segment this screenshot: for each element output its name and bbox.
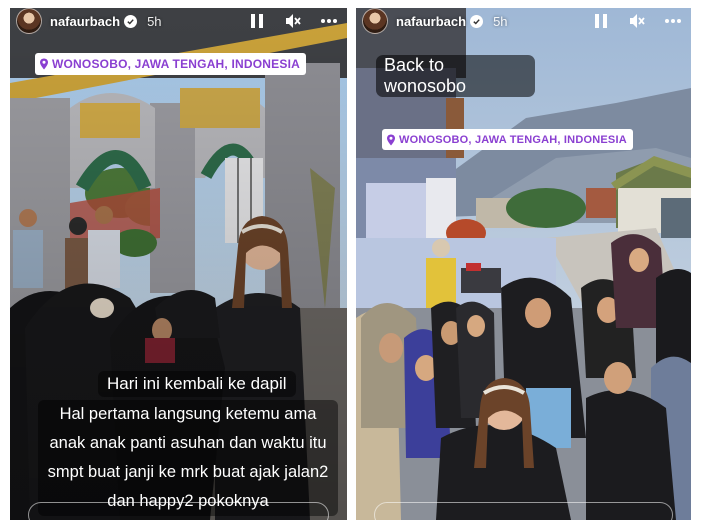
post-time: 5h <box>147 13 162 29</box>
more-options-icon[interactable] <box>319 11 339 31</box>
location-label: WONOSOBO, JAWA TENGAH, INDONESIA <box>52 57 300 71</box>
reply-input[interactable] <box>28 502 329 520</box>
pause-icon[interactable] <box>247 11 267 31</box>
speaker-muted-icon[interactable] <box>283 11 303 31</box>
caption-title: Back to wonosobo <box>376 55 535 97</box>
verified-badge-icon <box>470 14 484 28</box>
location-pin-icon <box>387 134 395 145</box>
location-sticker[interactable]: WONOSOBO, JAWA TENGAH, INDONESIA <box>35 53 306 75</box>
story-header: nafaurbach 5h <box>10 8 347 34</box>
profile-avatar[interactable] <box>362 8 388 34</box>
pause-icon[interactable] <box>591 11 611 31</box>
username[interactable]: nafaurbach <box>396 14 466 29</box>
caption-body: Hal pertama langsung ketemu ama anak ana… <box>38 400 338 516</box>
post-time: 5h <box>493 13 508 29</box>
speaker-muted-icon[interactable] <box>627 11 647 31</box>
location-pin-icon <box>40 58 48 70</box>
verified-badge-icon <box>124 14 138 28</box>
story-header: nafaurbach 5h <box>356 8 691 34</box>
username[interactable]: nafaurbach <box>50 14 120 29</box>
profile-avatar[interactable] <box>16 8 42 34</box>
location-label: WONOSOBO, JAWA TENGAH, INDONESIA <box>399 133 627 146</box>
more-options-icon[interactable] <box>663 11 683 31</box>
story-left[interactable]: nafaurbach 5h WONOSOBO, JAWA TENGAH, IND… <box>10 8 347 520</box>
caption-title: Hari ini kembali ke dapil <box>98 371 296 397</box>
location-sticker[interactable]: WONOSOBO, JAWA TENGAH, INDONESIA <box>382 129 633 150</box>
story-right[interactable]: nafaurbach 5h Back to wonosobo WONOSOBO,… <box>356 8 691 520</box>
reply-input[interactable] <box>374 502 673 520</box>
